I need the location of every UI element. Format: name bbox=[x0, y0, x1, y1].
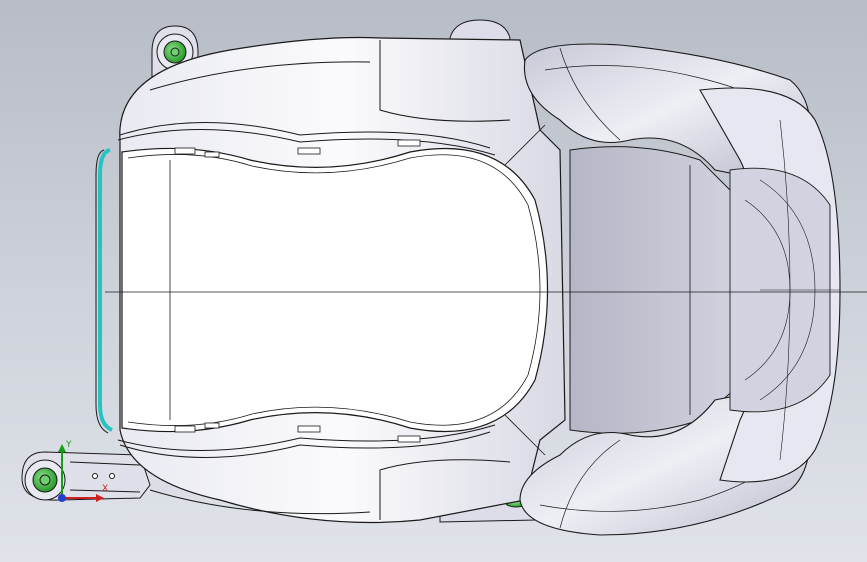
triad-x-label: X bbox=[102, 484, 109, 494]
cad-model-view[interactable] bbox=[0, 0, 867, 562]
triad-y-label: Y bbox=[66, 440, 72, 450]
seatback-base[interactable] bbox=[569, 146, 746, 434]
mount-bracket-bottom-left[interactable] bbox=[21, 451, 151, 501]
graphics-viewport[interactable]: X Y bbox=[0, 0, 867, 562]
z-axis-origin-icon bbox=[58, 494, 66, 502]
seat-surface[interactable] bbox=[121, 147, 549, 433]
front-edge-selected[interactable] bbox=[98, 148, 113, 432]
